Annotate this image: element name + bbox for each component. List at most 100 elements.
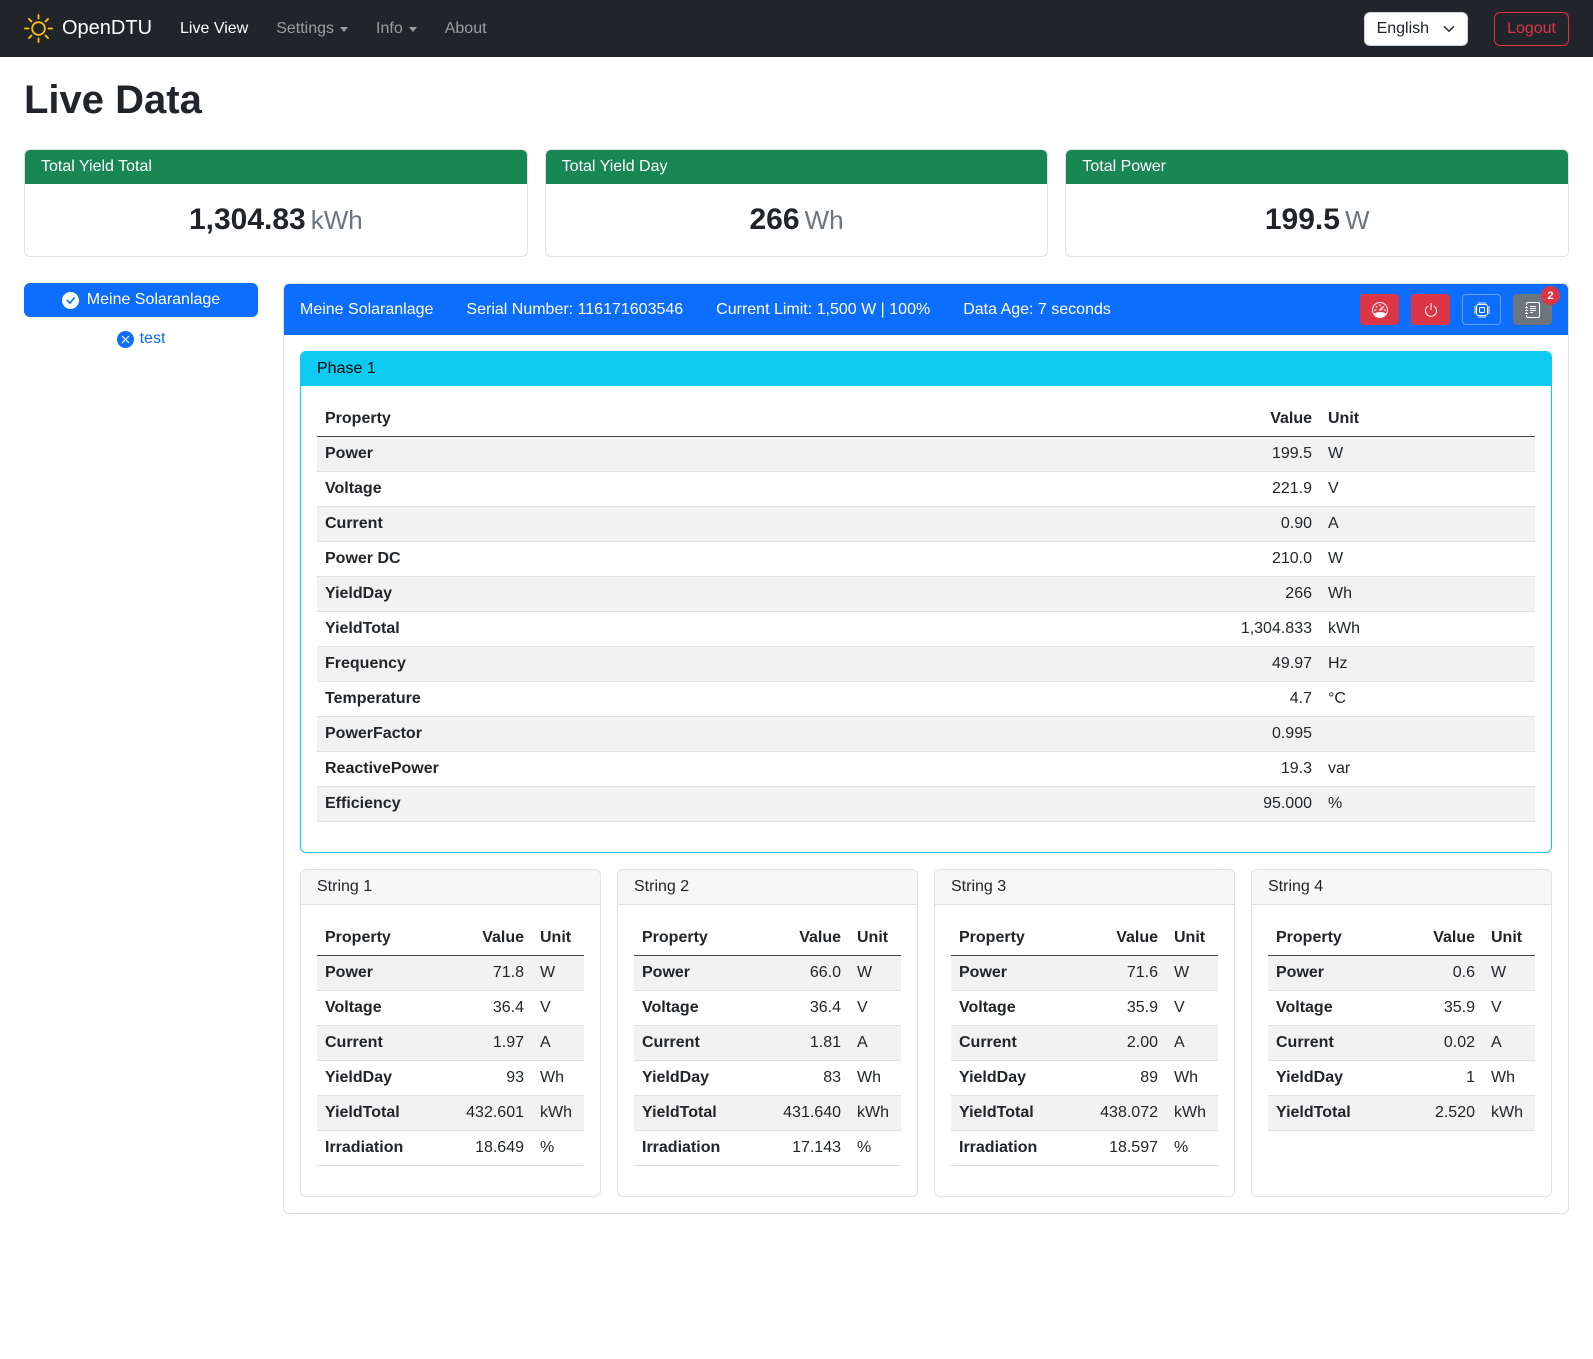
string-body: Property Value Unit Power bbox=[935, 905, 1234, 1196]
brand-label: OpenDTU bbox=[62, 17, 152, 40]
language-select[interactable]: English bbox=[1364, 12, 1468, 46]
power-button[interactable] bbox=[1411, 294, 1450, 325]
row-unit: V bbox=[1166, 991, 1218, 1026]
phase-table: Property Value Unit Power bbox=[317, 402, 1535, 822]
nav-about[interactable]: About bbox=[431, 12, 501, 46]
phase-body: Property Value Unit Power bbox=[301, 386, 1551, 852]
column-header-property: Property bbox=[317, 921, 452, 956]
row-property: Voltage bbox=[951, 991, 1086, 1026]
inverter-name: Meine Solaranlage bbox=[300, 301, 433, 319]
row-value: 210.0 bbox=[1120, 542, 1320, 577]
nav-live-view[interactable]: Live View bbox=[166, 12, 262, 46]
table-row: YieldDay 89 Wh bbox=[951, 1061, 1218, 1096]
nav-live-view-label: Live View bbox=[180, 20, 248, 38]
table-row: PowerFactor 0.995 bbox=[317, 717, 1535, 752]
nav-settings-label: Settings bbox=[276, 20, 334, 38]
row-property: Current bbox=[951, 1026, 1086, 1061]
table-row: YieldTotal 432.601 kWh bbox=[317, 1096, 584, 1131]
event-log-button[interactable]: 2 bbox=[1513, 294, 1552, 325]
row-unit: W bbox=[1320, 437, 1535, 472]
string-title: String 2 bbox=[618, 870, 917, 905]
main-row: Meine Solaranlage test Meine Solaranlage… bbox=[24, 283, 1569, 1214]
row-value: 221.9 bbox=[1120, 472, 1320, 507]
nav-links: Live View Settings Info About bbox=[166, 12, 501, 46]
table-header-row: Property Value Unit bbox=[317, 402, 1535, 437]
sidebar-item-test[interactable]: test bbox=[24, 330, 258, 348]
inverter-header: Meine Solaranlage Serial Number: 1161716… bbox=[284, 284, 1568, 335]
sidebar: Meine Solaranlage test bbox=[24, 283, 258, 348]
nav-info[interactable]: Info bbox=[362, 12, 431, 46]
row-value: 49.97 bbox=[1120, 647, 1320, 682]
row-unit: % bbox=[1166, 1131, 1218, 1166]
summary-card-unit: kWh bbox=[311, 205, 363, 235]
cpu-icon bbox=[1474, 302, 1490, 318]
inverter-select-button[interactable]: Meine Solaranlage bbox=[24, 283, 258, 317]
device-info-button[interactable] bbox=[1462, 294, 1501, 325]
column-header-value: Value bbox=[452, 921, 532, 956]
string-card-1: String 1 Property Value Unit bbox=[300, 869, 601, 1197]
row-value: 266 bbox=[1120, 577, 1320, 612]
row-unit: Wh bbox=[1483, 1061, 1535, 1096]
row-unit: V bbox=[849, 991, 901, 1026]
phase-card: Phase 1 Property Value Unit bbox=[300, 351, 1552, 853]
table-row: Voltage 36.4 V bbox=[317, 991, 584, 1026]
summary-card-body: 1,304.83kWh bbox=[25, 184, 527, 256]
inverter-actions: 2 bbox=[1360, 294, 1552, 325]
limit-settings-button[interactable] bbox=[1360, 294, 1399, 325]
table-row: Power 71.8 W bbox=[317, 956, 584, 991]
row-value: 35.9 bbox=[1086, 991, 1166, 1026]
row-property: ReactivePower bbox=[317, 752, 1120, 787]
summary-card: Total Power 199.5W bbox=[1065, 149, 1569, 257]
row-value: 89 bbox=[1086, 1061, 1166, 1096]
row-unit bbox=[1320, 717, 1535, 752]
row-unit: W bbox=[1483, 956, 1535, 991]
row-unit: V bbox=[1320, 472, 1535, 507]
row-property: Voltage bbox=[634, 991, 769, 1026]
sun-logo-icon bbox=[24, 14, 53, 43]
speedometer-icon bbox=[1372, 302, 1388, 318]
row-property: Irradiation bbox=[317, 1131, 452, 1166]
row-value: 19.3 bbox=[1120, 752, 1320, 787]
row-value: 2.520 bbox=[1403, 1096, 1483, 1131]
row-unit: W bbox=[1320, 542, 1535, 577]
row-property: Voltage bbox=[317, 991, 452, 1026]
summary-card-title: Total Yield Day bbox=[546, 150, 1048, 184]
row-property: Power DC bbox=[317, 542, 1120, 577]
row-value: 199.5 bbox=[1120, 437, 1320, 472]
column-header-property: Property bbox=[951, 921, 1086, 956]
table-row: Irradiation 18.649 % bbox=[317, 1131, 584, 1166]
table-row: YieldDay 266 Wh bbox=[317, 577, 1535, 612]
chevron-down-icon bbox=[340, 27, 348, 32]
row-property: YieldTotal bbox=[634, 1096, 769, 1131]
table-row: Irradiation 18.597 % bbox=[951, 1131, 1218, 1166]
column-header-value: Value bbox=[1086, 921, 1166, 956]
row-property: YieldDay bbox=[1268, 1061, 1403, 1096]
brand[interactable]: OpenDTU bbox=[24, 14, 152, 43]
table-row: Power 199.5 W bbox=[317, 437, 1535, 472]
row-value: 18.649 bbox=[452, 1131, 532, 1166]
row-unit: Wh bbox=[1166, 1061, 1218, 1096]
row-unit: kWh bbox=[532, 1096, 584, 1131]
string-body: Property Value Unit Power bbox=[618, 905, 917, 1196]
table-row: YieldDay 1 Wh bbox=[1268, 1061, 1535, 1096]
summary-card: Total Yield Total 1,304.83kWh bbox=[24, 149, 528, 257]
row-unit: W bbox=[1166, 956, 1218, 991]
table-row: Voltage 35.9 V bbox=[1268, 991, 1535, 1026]
row-value: 95.000 bbox=[1120, 787, 1320, 822]
row-property: Power bbox=[951, 956, 1086, 991]
logout-button[interactable]: Logout bbox=[1494, 12, 1569, 46]
row-unit: °C bbox=[1320, 682, 1535, 717]
column-header-value: Value bbox=[769, 921, 849, 956]
summary-card-value: 266 bbox=[749, 203, 799, 236]
column-header-unit: Unit bbox=[849, 921, 901, 956]
strings-row: String 1 Property Value Unit bbox=[300, 869, 1552, 1197]
row-property: Power bbox=[634, 956, 769, 991]
chevron-down-icon bbox=[409, 27, 417, 32]
nav-about-label: About bbox=[445, 20, 487, 38]
row-unit: A bbox=[532, 1026, 584, 1061]
inverter-data-age: Data Age: 7 seconds bbox=[963, 301, 1111, 319]
nav-settings[interactable]: Settings bbox=[262, 12, 362, 46]
summary-card-body: 266Wh bbox=[546, 184, 1048, 256]
row-value: 0.02 bbox=[1403, 1026, 1483, 1061]
chevron-down-icon bbox=[1443, 23, 1455, 35]
